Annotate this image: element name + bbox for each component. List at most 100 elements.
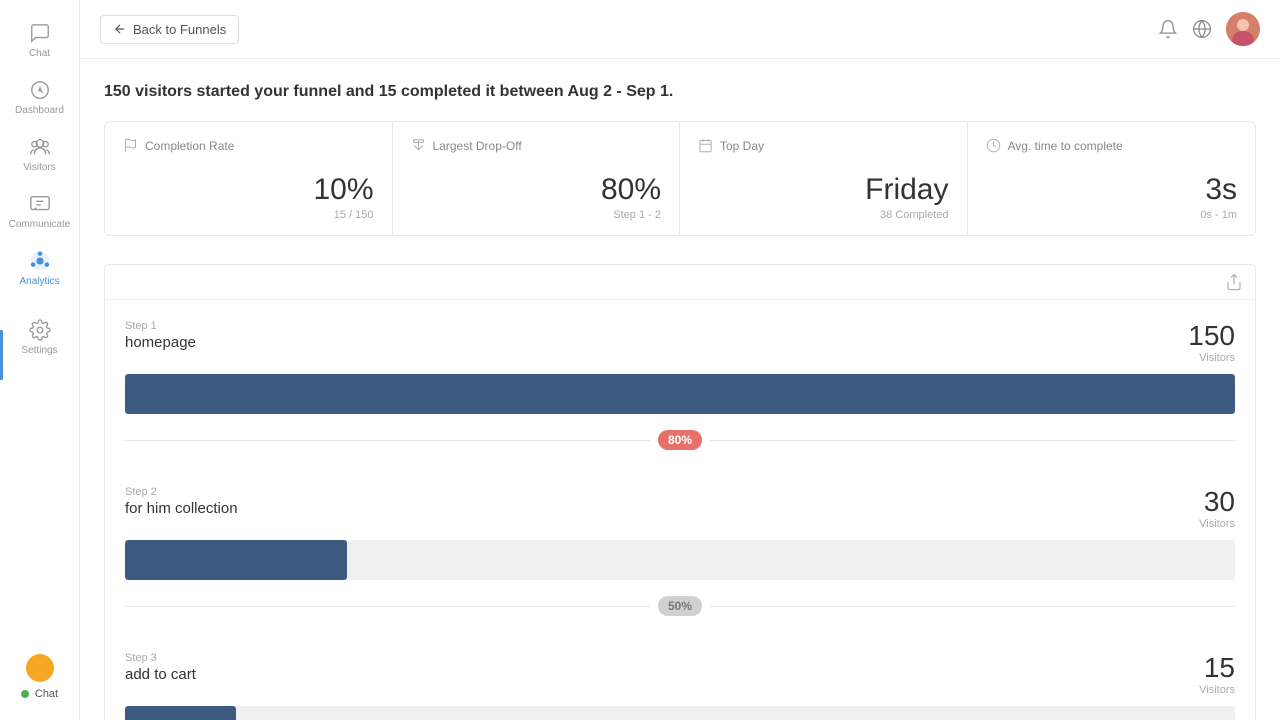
step-3-header: Step 3 add to cart 15 Visitors	[125, 652, 1235, 696]
user-avatar[interactable]	[1226, 12, 1260, 46]
visitors-icon	[29, 136, 51, 158]
sidebar: Chat Dashboard Visitors Communicate	[0, 0, 80, 720]
sidebar-item-communicate-label: Communicate	[9, 219, 71, 230]
stat-dropoff-label: Largest Drop-Off	[433, 139, 522, 153]
step-2-bar-container	[125, 540, 1235, 580]
stat-avgtime-header: Avg. time to complete	[986, 138, 1238, 153]
stat-topday-value: Friday	[698, 173, 949, 207]
chat-icon	[29, 22, 51, 44]
back-to-funnels-button[interactable]: Back to Funnels	[100, 15, 239, 44]
back-button-label: Back to Funnels	[133, 22, 226, 37]
step-2-info: Step 2 for him collection	[125, 486, 238, 517]
step-3-visitors: 15 Visitors	[1199, 652, 1235, 696]
share-icon[interactable]	[1225, 273, 1243, 291]
step-2-visitors: 30 Visitors	[1199, 486, 1235, 530]
stats-row: Completion Rate 10% 15 / 150 Largest Dro…	[104, 121, 1256, 236]
calendar-icon	[698, 138, 713, 153]
funnel-step-2: Step 2 for him collection 30 Visitors	[105, 466, 1255, 580]
step-2-header: Step 2 for him collection 30 Visitors	[125, 486, 1235, 530]
step-2-visitors-label: Visitors	[1199, 518, 1235, 530]
funnel-step-3: Step 3 add to cart 15 Visitors	[105, 632, 1255, 720]
topbar: Back to Funnels	[80, 0, 1280, 59]
sidebar-item-visitors-label: Visitors	[23, 162, 56, 173]
sidebar-item-analytics-label: Analytics	[19, 276, 59, 287]
stat-completion-sub: 15 / 150	[123, 209, 374, 221]
step-3-bar-fill	[125, 706, 236, 720]
flag-icon	[123, 138, 138, 153]
funnel-container: Step 1 homepage 150 Visitors 80%	[104, 264, 1256, 720]
stat-avgtime-value: 3s	[986, 173, 1238, 207]
step-3-name: add to cart	[125, 666, 196, 683]
stat-largest-dropoff: Largest Drop-Off 80% Step 1 - 2	[393, 122, 681, 235]
globe-icon[interactable]	[1192, 19, 1212, 39]
drop-line-right-1	[710, 440, 1235, 441]
drop-line-left-2	[125, 606, 650, 607]
chat-bottom-section: Chat	[0, 654, 79, 708]
sidebar-item-settings-label: Settings	[21, 345, 57, 356]
step-1-info: Step 1 homepage	[125, 320, 196, 351]
sidebar-item-settings[interactable]: Settings	[0, 309, 79, 366]
stat-completion-rate: Completion Rate 10% 15 / 150	[105, 122, 393, 235]
stat-dropoff-sub: Step 1 - 2	[411, 209, 662, 221]
notifications-icon[interactable]	[1158, 19, 1178, 39]
step-3-count: 15	[1199, 652, 1235, 684]
step-3-info: Step 3 add to cart	[125, 652, 196, 683]
avatar-image	[1226, 12, 1260, 46]
step-3-bar-container	[125, 706, 1235, 720]
stat-avg-time: Avg. time to complete 3s 0s - 1m	[968, 122, 1256, 235]
step-1-count: 150	[1188, 320, 1235, 352]
chat-status: Chat	[21, 688, 58, 700]
step-2-count: 30	[1199, 486, 1235, 518]
step-1-header: Step 1 homepage 150 Visitors	[125, 320, 1235, 364]
stat-avgtime-label: Avg. time to complete	[1008, 139, 1123, 153]
stat-topday-label: Top Day	[720, 139, 764, 153]
sidebar-item-visitors[interactable]: Visitors	[0, 126, 79, 183]
chat-avatar-dot	[26, 654, 54, 682]
stat-top-day: Top Day Friday 38 Completed	[680, 122, 968, 235]
step-1-name: homepage	[125, 334, 196, 351]
stat-dropoff-header: Largest Drop-Off	[411, 138, 662, 153]
stat-avgtime-sub: 0s - 1m	[986, 209, 1238, 221]
sidebar-item-dashboard[interactable]: Dashboard	[0, 69, 79, 126]
sidebar-item-analytics[interactable]: Analytics	[0, 240, 79, 297]
step-3-label: Step 3	[125, 652, 196, 664]
stat-completion-label: Completion Rate	[145, 139, 234, 153]
settings-icon	[29, 319, 51, 341]
step-1-label: Step 1	[125, 320, 196, 332]
dashboard-icon	[29, 79, 51, 101]
stat-completion-header: Completion Rate	[123, 138, 374, 153]
step-1-visitors: 150 Visitors	[1188, 320, 1235, 364]
drop-line-left-1	[125, 440, 650, 441]
page-content: 150 visitors started your funnel and 15 …	[80, 59, 1280, 720]
stat-dropoff-value: 80%	[411, 173, 662, 207]
stat-topday-header: Top Day	[698, 138, 949, 153]
analytics-icon	[29, 250, 51, 272]
drop-indicator-2: 50%	[105, 580, 1255, 632]
step-2-name: for him collection	[125, 500, 238, 517]
drop-badge-1: 80%	[658, 430, 702, 450]
stat-completion-value: 10%	[123, 173, 374, 207]
funnel-toolbar	[105, 265, 1255, 300]
summary-visitors-started: 150 visitors started your funnel and 15 …	[104, 83, 673, 100]
dropoff-icon	[411, 138, 426, 153]
drop-line-right-2	[710, 606, 1235, 607]
step-2-label: Step 2	[125, 486, 238, 498]
sidebar-item-chat-label: Chat	[29, 48, 50, 59]
step-1-bar-container	[125, 374, 1235, 414]
step-1-bar-fill	[125, 374, 1235, 414]
funnel-step-1: Step 1 homepage 150 Visitors	[105, 300, 1255, 414]
step-2-bar-fill	[125, 540, 347, 580]
stat-topday-sub: 38 Completed	[698, 209, 949, 221]
sidebar-item-communicate[interactable]: Communicate	[0, 183, 79, 240]
main-content: Back to Funnels 150 visitors s	[80, 0, 1280, 720]
sidebar-item-chat[interactable]: Chat	[0, 12, 79, 69]
active-indicator	[0, 330, 3, 380]
step-3-visitors-label: Visitors	[1199, 684, 1235, 696]
topbar-right	[1158, 12, 1260, 46]
summary-text: 150 visitors started your funnel and 15 …	[104, 83, 1256, 101]
chat-bottom-label[interactable]: Chat	[35, 688, 58, 700]
communicate-icon	[29, 193, 51, 215]
sidebar-item-dashboard-label: Dashboard	[15, 105, 64, 116]
drop-indicator-1: 80%	[105, 414, 1255, 466]
chat-online-dot	[21, 690, 29, 698]
